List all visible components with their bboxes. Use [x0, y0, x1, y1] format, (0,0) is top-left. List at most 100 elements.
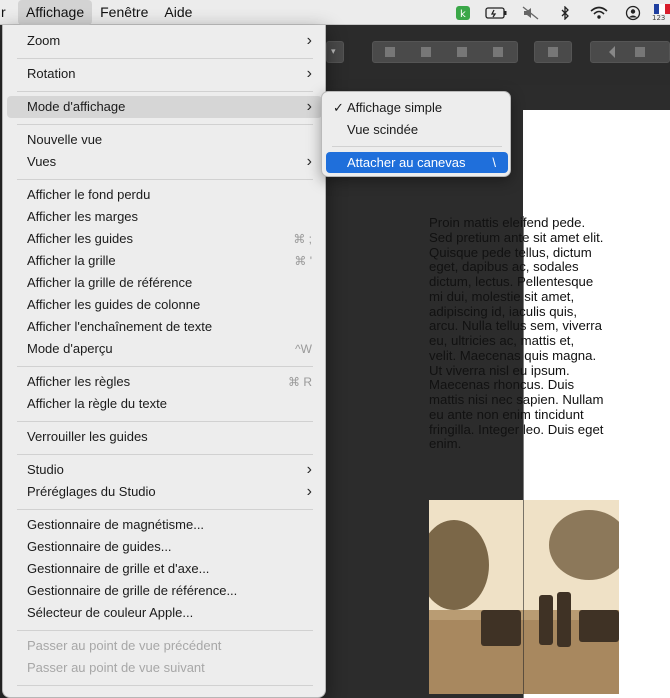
- submenu-item-label: Vue scindée: [347, 122, 419, 137]
- menu-item-label: Mode d'aperçu: [27, 341, 113, 356]
- menu-item-label: Afficher la grille de référence: [27, 275, 193, 290]
- menu-item-label: Gestionnaire de guides...: [27, 539, 172, 554]
- menu-item-regle-texte[interactable]: Afficher la règle du texte: [7, 393, 322, 415]
- menu-separator: [17, 630, 313, 631]
- status-area: k 123: [446, 0, 670, 25]
- menu-item-point-vue-suivant: Passer au point de vue suivant: [7, 657, 322, 679]
- menu-separator: [17, 366, 313, 367]
- menu-item-vues[interactable]: Vues ›: [7, 151, 322, 173]
- menu-aide[interactable]: Aide: [156, 0, 200, 25]
- menu-affichage[interactable]: Affichage: [18, 0, 93, 25]
- menu-item-studio[interactable]: Studio ›: [7, 459, 322, 481]
- menu-item-label: Passer au point de vue précédent: [27, 638, 222, 653]
- app-k-icon[interactable]: k: [446, 0, 480, 25]
- align-icon: [548, 47, 558, 57]
- wifi-icon[interactable]: [582, 0, 616, 25]
- menu-item-rotation[interactable]: Rotation ›: [7, 63, 322, 85]
- menu-item-point-vue-precedent: Passer au point de vue précédent: [7, 635, 322, 657]
- submenu-item-label: Affichage simple: [347, 100, 443, 115]
- picture-frame[interactable]: [429, 500, 619, 694]
- arrange-button-group[interactable]: [372, 41, 518, 63]
- svg-text:k: k: [460, 9, 466, 20]
- menu-item-grille-axe[interactable]: Gestionnaire de grille et d'axe...: [7, 558, 322, 580]
- menu-item-gestionnaire-grille-reference[interactable]: Gestionnaire de grille de référence...: [7, 580, 322, 602]
- menu-item-fond-perdu[interactable]: Afficher le fond perdu: [7, 184, 322, 206]
- menu-item-label: Afficher la grille: [27, 253, 116, 268]
- menu-separator: [17, 179, 313, 180]
- menu-item-nouvelle-vue[interactable]: Nouvelle vue: [7, 129, 322, 151]
- menu-item-selecteur-couleur[interactable]: Sélecteur de couleur Apple...: [7, 602, 322, 624]
- menu-item-label: Afficher les règles: [27, 374, 131, 389]
- shortcut-label: ⌘ ': [294, 254, 312, 268]
- battery-plug-icon[interactable]: [480, 0, 514, 25]
- menu-item-label: Afficher les guides: [27, 231, 133, 246]
- chevron-right-icon: ›: [306, 153, 312, 170]
- menu-item-label: Afficher les marges: [27, 209, 139, 224]
- shortcut-label: ^W: [295, 342, 312, 356]
- bluetooth-icon[interactable]: [548, 0, 582, 25]
- menu-item-label: Verrouiller les guides: [27, 429, 148, 444]
- menu-fenetre[interactable]: Fenêtre: [92, 0, 156, 25]
- shortcut-label: ⌘ R: [288, 375, 312, 389]
- menu-item-label: Afficher le fond perdu: [27, 187, 151, 202]
- menu-item-regles[interactable]: Afficher les règles ⌘ R: [7, 371, 322, 393]
- menu-item-preglages-studio[interactable]: Préréglages du Studio ›: [7, 481, 322, 503]
- menu-item-label: Mode d'affichage: [27, 99, 126, 114]
- menu-item-label: Vues: [27, 154, 57, 169]
- menu-item-label: Studio: [27, 462, 64, 477]
- menu-item-marges[interactable]: Afficher les marges: [7, 206, 322, 228]
- arrange-icon: [493, 47, 503, 57]
- affichage-menu: Zoom › Rotation › Mode d'affichage › Nouvel…: [2, 25, 326, 698]
- menu-item-label: Afficher la règle du texte: [27, 396, 167, 411]
- menu-item-label: Gestionnaire de magnétisme...: [27, 517, 205, 532]
- app-toolbar: ▾: [326, 38, 670, 68]
- menu-item-magnetisme[interactable]: Gestionnaire de magnétisme...: [7, 514, 322, 536]
- menu-separator: [17, 685, 313, 686]
- mute-icon[interactable]: [514, 0, 548, 25]
- shortcut-label: ⌘ ;: [293, 232, 312, 246]
- menu-bar-item-previous[interactable]: r: [0, 0, 18, 25]
- flip-horizontal-icon: [603, 46, 615, 58]
- submenu-item-label: Attacher au canevas: [347, 155, 466, 170]
- checkmark-icon: ✓: [333, 100, 344, 115]
- menu-bar: r Affichage Fenêtre Aide k 123: [0, 0, 670, 25]
- chevron-down-icon: ▾: [331, 46, 336, 56]
- menu-separator: [17, 91, 313, 92]
- menu-item-grille-reference[interactable]: Afficher la grille de référence: [7, 272, 322, 294]
- flip-button-group[interactable]: [590, 41, 670, 63]
- text-frame[interactable]: Proin mattis eleifend pede. Sed pretium …: [429, 215, 629, 452]
- input-source-label: 123: [652, 14, 666, 22]
- arrange-icon: [385, 47, 395, 57]
- menu-item-label: Nouvelle vue: [27, 132, 103, 147]
- menu-item-mode-affichage[interactable]: Mode d'affichage ›: [7, 96, 322, 118]
- shortcut-label: \: [492, 155, 496, 170]
- submenu-item-affichage-simple[interactable]: ✓ Affichage simple: [326, 97, 508, 118]
- chevron-right-icon: ›: [306, 65, 312, 82]
- menu-item-zoom[interactable]: Zoom ›: [7, 30, 322, 52]
- menu-item-label: Zoom: [27, 33, 61, 48]
- menu-item-guides-colonne[interactable]: Afficher les guides de colonne: [7, 294, 322, 316]
- submenu-item-vue-scindee[interactable]: Vue scindée: [326, 119, 508, 140]
- chevron-right-icon: ›: [306, 98, 312, 115]
- align-button[interactable]: [534, 41, 572, 63]
- menu-separator: [17, 454, 313, 455]
- menu-separator: [17, 509, 313, 510]
- user-icon[interactable]: [616, 0, 650, 25]
- menu-separator: [332, 146, 502, 147]
- photo-person: [557, 592, 571, 647]
- mode-affichage-submenu: ✓ Affichage simple Vue scindée Attacher a…: [321, 91, 511, 177]
- menu-item-grille[interactable]: Afficher la grille ⌘ ': [7, 250, 322, 272]
- column-guide[interactable]: [523, 216, 524, 698]
- menu-item-gestionnaire-guides[interactable]: Gestionnaire de guides...: [7, 536, 322, 558]
- photo-tree: [549, 510, 619, 580]
- menu-item-guides[interactable]: Afficher les guides ⌘ ;: [7, 228, 322, 250]
- input-source-icon[interactable]: 123: [650, 0, 670, 25]
- menu-item-mode-apercu[interactable]: Mode d'aperçu ^W: [7, 338, 322, 360]
- submenu-item-attacher-canevas[interactable]: Attacher au canevas \: [326, 152, 508, 173]
- toolbar-dropdown-button[interactable]: ▾: [326, 41, 344, 63]
- photo-person: [539, 595, 553, 645]
- chevron-right-icon: ›: [306, 32, 312, 49]
- menu-item-enchainement[interactable]: Afficher l'enchaînement de texte: [7, 316, 322, 338]
- menu-item-verrouiller-guides[interactable]: Verrouiller les guides: [7, 426, 322, 448]
- chevron-right-icon: ›: [306, 483, 312, 500]
